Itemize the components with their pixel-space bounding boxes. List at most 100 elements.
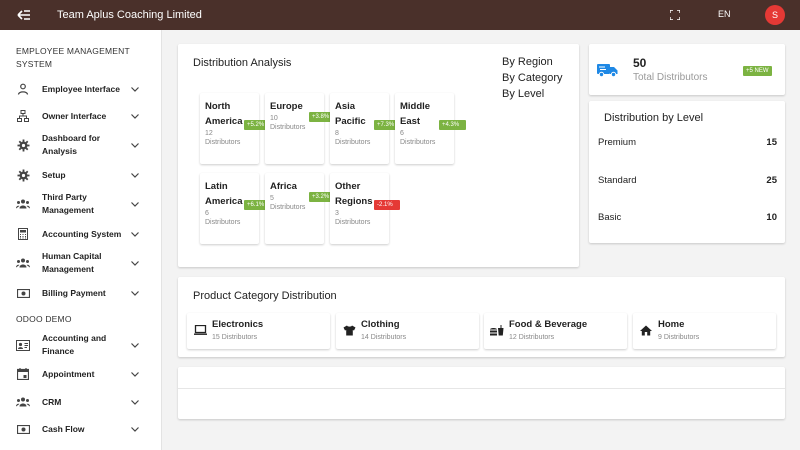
chevron-down-icon (130, 140, 140, 150)
category-count: 9 Distributors (658, 334, 700, 341)
sidebar-item-label: CRM (42, 396, 62, 407)
sidebar-item-dashboard-for-analysis[interactable]: Dashboard for Analysis (0, 132, 162, 158)
food-icon (490, 324, 504, 336)
chevron-down-icon (130, 229, 140, 239)
app-title: Team Aplus Coaching Limited (57, 9, 202, 21)
distribution-analysis-title: Distribution Analysis (193, 57, 292, 69)
sidebar-item-human-capital-management[interactable]: Human Capital Management (0, 250, 162, 276)
level-value: 10 (766, 212, 777, 223)
sidebar-item-billing-payment[interactable]: Billing Payment (0, 280, 162, 306)
user-avatar[interactable]: S (765, 5, 785, 25)
panel-divider (178, 388, 785, 389)
sidebar-item-employee-interface[interactable]: Employee Interface (0, 76, 162, 102)
level-row-premium: Premium 15 (598, 137, 777, 148)
region-count: 6 Distributors (205, 210, 241, 226)
sidebar-section-odoo-demo: ODOO DEMO (16, 314, 72, 324)
sidebar-item-cash-flow[interactable]: Cash Flow (0, 416, 162, 442)
sidebar-item-label: Third Party Management (42, 192, 94, 215)
region-card-europe[interactable]: Europe 10 Distributors (265, 93, 324, 164)
sidebar-item-label: Owner Interface (42, 110, 107, 121)
level-row-basic: Basic 10 (598, 212, 777, 223)
contact-card-icon (16, 338, 30, 352)
calculator-icon (16, 227, 30, 241)
money-icon (16, 286, 30, 300)
total-distributors-label: Total Distributors (633, 72, 708, 83)
region-count: 12 Distributors (205, 130, 241, 146)
top-bar: Team Aplus Coaching Limited EN S (0, 0, 800, 30)
total-distributors-value: 50 (633, 56, 647, 70)
category-name: Home (658, 319, 685, 330)
level-value: 15 (766, 137, 777, 148)
level-value: 25 (766, 175, 777, 186)
sidebar-item-label: Dashboard for Analysis (42, 133, 101, 156)
menu-toggle-icon[interactable] (12, 3, 36, 27)
level-name: Basic (598, 212, 622, 223)
category-card-home[interactable]: Home 9 Distributors (633, 313, 776, 349)
chevron-down-icon (130, 288, 140, 298)
gear-icon (16, 168, 30, 182)
sidebar-item-setup[interactable]: Setup (0, 162, 162, 188)
sidebar-item-label: Cash Flow (42, 423, 85, 434)
category-card-electronics[interactable]: Electronics 15 Distributors (187, 313, 330, 349)
language-selector[interactable]: EN (718, 9, 731, 19)
category-name: Electronics (212, 319, 264, 330)
empty-panel (178, 367, 785, 419)
category-name: Food & Beverage (509, 319, 588, 330)
category-count: 14 Distributors (361, 334, 407, 341)
sidebar-item-third-party-management[interactable]: Third Party Management (0, 191, 162, 217)
new-distributors-badge: +5 NEW (743, 66, 772, 76)
home-icon (639, 324, 653, 336)
sidebar-item-crm[interactable]: CRM (0, 389, 162, 415)
view-by-level[interactable]: By Level (502, 88, 544, 100)
org-chart-icon (16, 109, 30, 123)
person-icon (16, 82, 30, 96)
group-icon (16, 395, 30, 409)
chevron-down-icon (130, 170, 140, 180)
category-card-food-beverage[interactable]: Food & Beverage 12 Distributors (484, 313, 627, 349)
product-category-title: Product Category Distribution (193, 290, 337, 302)
level-name: Standard (598, 175, 637, 186)
money-icon (16, 422, 30, 436)
region-count: 5 Distributors (270, 195, 306, 211)
sidebar-section-employee-management: EMPLOYEE MANAGEMENT SYSTEM (16, 46, 130, 69)
chevron-down-icon (130, 258, 140, 268)
chevron-down-icon (130, 424, 140, 434)
sidebar-item-label: Appointment (42, 368, 95, 379)
fullscreen-icon[interactable] (667, 7, 683, 23)
category-count: 15 Distributors (212, 334, 258, 341)
total-distributors-card: 50 Total Distributors +5 NEW (589, 44, 785, 95)
sidebar-item-label: Employee Interface (42, 83, 120, 94)
chevron-down-icon (130, 369, 140, 379)
sidebar-item-appointment[interactable]: Appointment (0, 361, 162, 387)
category-name: Clothing (361, 319, 400, 330)
trend-badge: +4.3% (439, 120, 466, 130)
sidebar-item-label: Accounting System (42, 228, 122, 239)
sidebar-item-label: Setup (42, 169, 66, 180)
truck-icon (597, 63, 619, 78)
region-count: 10 Distributors (270, 115, 306, 131)
level-row-standard: Standard 25 (598, 175, 777, 186)
view-by-category[interactable]: By Category (502, 72, 563, 84)
region-card-africa[interactable]: Africa 5 Distributors (265, 173, 324, 244)
sidebar: EMPLOYEE MANAGEMENT SYSTEM Employee Inte… (0, 30, 162, 450)
category-card-clothing[interactable]: Clothing 14 Distributors (336, 313, 479, 349)
shirt-icon (342, 324, 356, 336)
sidebar-item-accounting-and-finance[interactable]: Accounting and Finance (0, 332, 162, 358)
sidebar-item-accounting-system[interactable]: Accounting System (0, 221, 162, 247)
distribution-by-level-title: Distribution by Level (604, 112, 704, 124)
sidebar-item-label: Accounting and Finance (42, 333, 107, 356)
category-count: 12 Distributors (509, 334, 555, 341)
group-icon (16, 197, 30, 211)
view-by-region[interactable]: By Region (502, 56, 553, 68)
chevron-down-icon (130, 340, 140, 350)
chevron-down-icon (130, 84, 140, 94)
level-name: Premium (598, 137, 637, 148)
region-count: 6 Distributors (400, 130, 436, 146)
laptop-icon (193, 324, 207, 336)
sidebar-item-owner-interface[interactable]: Owner Interface (0, 103, 162, 129)
chevron-down-icon (130, 111, 140, 121)
gear-icon (16, 138, 30, 152)
group-icon (16, 256, 30, 270)
chevron-down-icon (130, 397, 140, 407)
region-count: 3 Distributors (335, 210, 371, 226)
